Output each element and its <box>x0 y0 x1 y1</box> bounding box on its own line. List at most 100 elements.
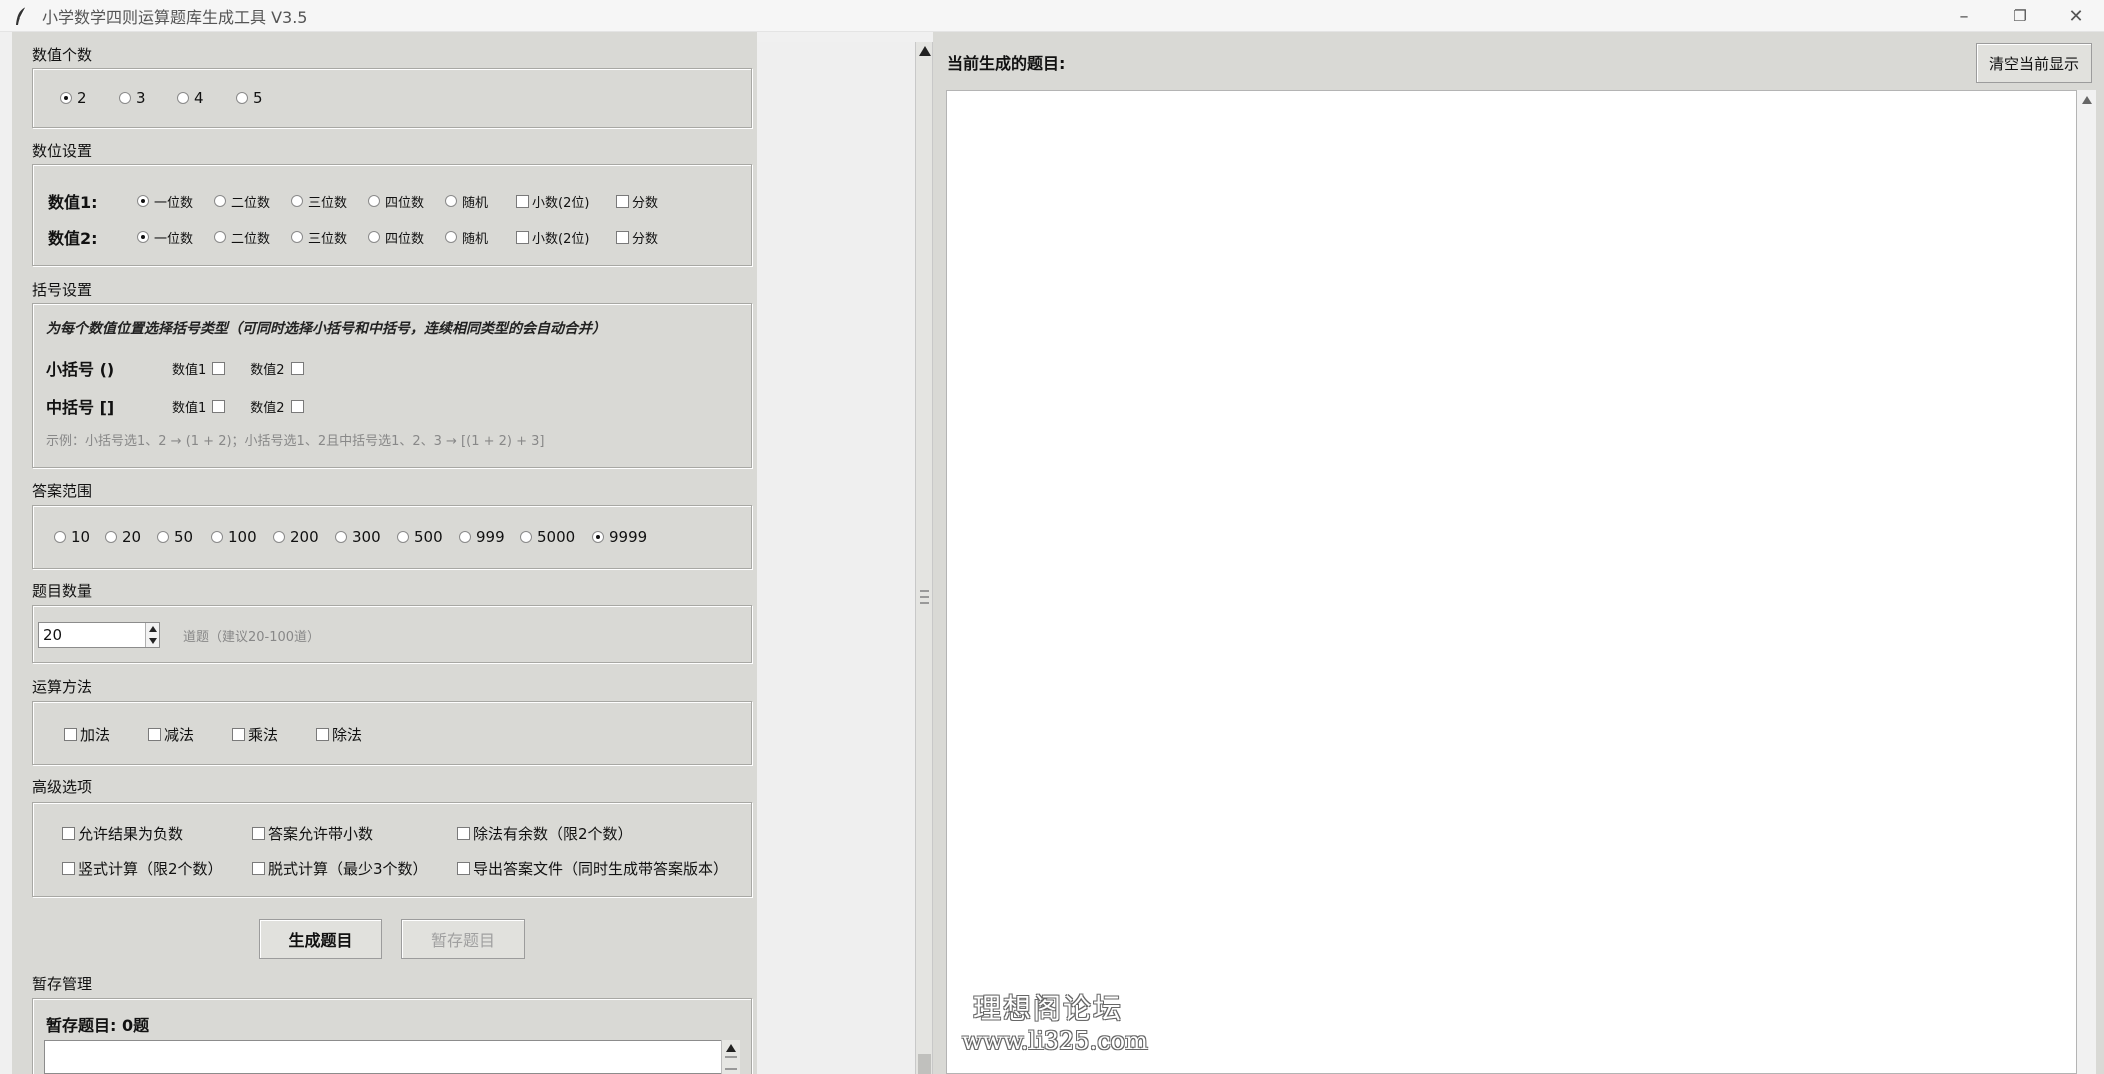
title-bar: 小学数学四则运算题库生成工具 V3.5 – ❐ ✕ <box>0 0 2104 32</box>
range-option[interactable]: 500 <box>397 528 459 546</box>
range-option[interactable]: 999 <box>459 528 520 546</box>
stash-button[interactable]: 暂存题目 <box>401 919 525 959</box>
checkbox-icon <box>457 862 470 875</box>
digit-row-label: 数值2: <box>48 229 98 248</box>
vertical-calc-checkbox[interactable]: 竖式计算（限2个数） <box>62 858 252 879</box>
output-textarea[interactable] <box>946 90 2077 1074</box>
op-add-checkbox[interactable]: 加法 <box>64 724 148 745</box>
stash-list[interactable] <box>44 1040 740 1074</box>
num-count-options: 2 3 4 5 <box>60 89 263 107</box>
range-option[interactable]: 9999 <box>592 528 647 546</box>
spinner-buttons[interactable] <box>145 623 159 647</box>
radio-icon <box>119 92 131 104</box>
fraction-checkbox[interactable]: 分数 <box>616 228 658 247</box>
export-answers-checkbox[interactable]: 导出答案文件（同时生成带答案版本） <box>457 858 728 879</box>
digit-radio[interactable]: 一位数 <box>137 192 214 211</box>
digit-radio[interactable]: 四位数 <box>368 228 445 247</box>
clear-display-button[interactable]: 清空当前显示 <box>1976 43 2092 83</box>
close-button[interactable]: ✕ <box>2048 0 2104 32</box>
division-remainder-checkbox[interactable]: 除法有余数（限2个数） <box>457 823 633 844</box>
generate-button[interactable]: 生成题目 <box>259 919 382 959</box>
radio-icon <box>335 531 347 543</box>
radio-icon <box>397 531 409 543</box>
decimal-checkbox[interactable]: 小数(2位) <box>516 192 616 211</box>
scroll-up-icon[interactable] <box>2082 96 2092 104</box>
digit-settings-title: 数位设置 <box>32 142 93 160</box>
minimize-button[interactable]: – <box>1936 0 1992 32</box>
output-scrollbar[interactable] <box>2077 90 2096 1074</box>
op-div-checkbox[interactable]: 除法 <box>316 724 362 745</box>
round-bracket-check-2[interactable] <box>290 361 304 375</box>
range-option[interactable]: 50 <box>157 528 211 546</box>
square-bracket-check-2-label: 数值2 <box>250 400 285 416</box>
question-count-hint: 道题（建议20-100道） <box>183 630 321 645</box>
checkbox-icon <box>252 862 265 875</box>
digit-radio[interactable]: 二位数 <box>214 192 291 211</box>
allow-decimal-checkbox[interactable]: 答案允许带小数 <box>252 823 457 844</box>
radio-icon <box>54 531 66 543</box>
step-calc-checkbox[interactable]: 脱式计算（最少3个数） <box>252 858 457 879</box>
op-mul-checkbox[interactable]: 乘法 <box>232 724 316 745</box>
digit-radio[interactable]: 一位数 <box>137 228 214 247</box>
checkbox-icon <box>64 728 77 741</box>
question-count-value: 20 <box>43 626 63 644</box>
radio-icon <box>273 531 285 543</box>
range-option[interactable]: 5000 <box>520 528 592 546</box>
checkbox-icon <box>316 728 329 741</box>
spin-up-icon[interactable] <box>149 626 157 632</box>
checkbox-icon <box>148 728 161 741</box>
scroll-up-icon[interactable] <box>919 46 931 56</box>
digit-radio[interactable]: 三位数 <box>291 228 368 247</box>
range-option[interactable]: 200 <box>273 528 335 546</box>
digit-radio[interactable]: 随机 <box>445 192 516 211</box>
window-title: 小学数学四则运算题库生成工具 V3.5 <box>42 7 308 27</box>
radio-icon <box>291 195 303 207</box>
decimal-checkbox[interactable]: 小数(2位) <box>516 228 616 247</box>
allow-negative-checkbox[interactable]: 允许结果为负数 <box>62 823 252 844</box>
num-count-option-5[interactable]: 5 <box>236 89 263 107</box>
range-option[interactable]: 100 <box>211 528 273 546</box>
square-bracket-check-2[interactable] <box>290 399 304 413</box>
num-count-title: 数值个数 <box>32 46 93 64</box>
left-panel-scrollbar[interactable] <box>915 42 933 1074</box>
fraction-checkbox[interactable]: 分数 <box>616 192 658 211</box>
num-count-option-2[interactable]: 2 <box>60 89 119 107</box>
range-option[interactable]: 20 <box>105 528 157 546</box>
checkbox-icon <box>252 827 265 840</box>
watermark-line-2: www.li325.com <box>962 1027 1148 1055</box>
round-bracket-check-1-label: 数值1 <box>172 362 207 378</box>
scroll-grip-icon[interactable] <box>920 590 929 604</box>
radio-icon <box>459 531 471 543</box>
radio-icon <box>368 231 380 243</box>
spin-down-icon[interactable] <box>149 638 157 644</box>
digit-row-label: 数值1: <box>48 193 98 212</box>
advanced-title: 高级选项 <box>32 778 93 796</box>
checkbox-icon <box>516 194 529 208</box>
op-sub-checkbox[interactable]: 减法 <box>148 724 232 745</box>
radio-icon <box>177 92 189 104</box>
output-title: 当前生成的题目: <box>947 54 1066 73</box>
scroll-thumb[interactable] <box>918 1054 931 1074</box>
stash-scrollbar[interactable] <box>721 1040 740 1074</box>
radio-icon <box>60 92 72 104</box>
watermark: 理想阁论坛 www.li325.com <box>962 992 1148 1056</box>
digit-radio[interactable]: 三位数 <box>291 192 368 211</box>
round-bracket-check-2-label: 数值2 <box>250 362 285 378</box>
num-count-option-4[interactable]: 4 <box>177 89 236 107</box>
brackets-example: 示例：小括号选1、2 → (1 + 2)；小括号选1、2且中括号选1、2、3 →… <box>46 434 545 449</box>
restore-button[interactable]: ❐ <box>1992 0 2048 32</box>
watermark-line-1: 理想阁论坛 <box>972 992 1123 1025</box>
digit-radio[interactable]: 四位数 <box>368 192 445 211</box>
square-bracket-check-1[interactable] <box>212 399 226 413</box>
question-count-input[interactable]: 20 <box>38 622 160 648</box>
digit-radio[interactable]: 随机 <box>445 228 516 247</box>
round-bracket-check-1[interactable] <box>212 361 226 375</box>
digit-radio[interactable]: 二位数 <box>214 228 291 247</box>
scroll-grip-icon[interactable] <box>725 1056 737 1070</box>
range-option[interactable]: 10 <box>54 528 105 546</box>
radio-icon <box>214 231 226 243</box>
scroll-up-icon[interactable] <box>726 1044 736 1052</box>
checkbox-icon <box>516 230 529 244</box>
range-option[interactable]: 300 <box>335 528 397 546</box>
num-count-option-3[interactable]: 3 <box>119 89 177 107</box>
